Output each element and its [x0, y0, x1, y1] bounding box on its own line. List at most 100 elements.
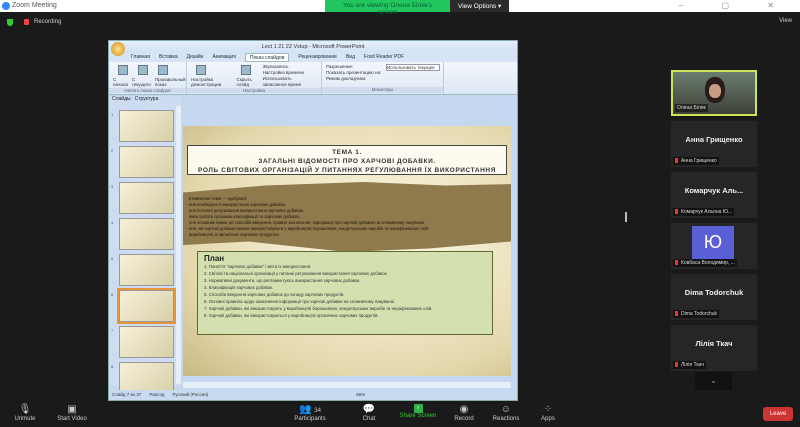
plan-item: 3. Нормативні документи, що регламентуют…: [204, 278, 361, 283]
participants-count: 34: [314, 408, 321, 414]
muted-mic-icon: [675, 362, 678, 368]
muted-mic-icon: [675, 158, 678, 164]
participants-button[interactable]: 👥 34 Participants: [285, 404, 335, 422]
chat-button[interactable]: 💬 Chat: [344, 404, 394, 422]
plan-item: 2. Світові та національні організації у …: [204, 271, 388, 276]
participant-tile[interactable]: Dima Todorchuk Dima Todorchuk: [671, 274, 757, 320]
ribbon-tab[interactable]: Рецензирование: [298, 53, 337, 62]
slide-thumbnail[interactable]: [117, 288, 176, 324]
setup-show-button[interactable]: Настройка демонстрации: [191, 77, 233, 87]
office-button[interactable]: [111, 42, 125, 56]
unmute-button[interactable]: 🎙 Unmute: [0, 404, 50, 422]
slide-thumbnail[interactable]: [119, 146, 174, 178]
plan-item: 6. Основні правила щодо зазначення інфор…: [204, 299, 396, 304]
record-label: Record: [454, 416, 474, 422]
start-video-button[interactable]: ▣ Start Video: [47, 404, 97, 422]
share-label: Share Screen: [399, 413, 437, 419]
chevron-down-icon[interactable]: ⌄: [695, 372, 732, 390]
meeting-toolbar: 🎙 Unmute ▣ Start Video 👥 34 Participants 💬 C…: [0, 401, 800, 427]
ribbon-tabs: Главная Вставка Дизайн Анимация Показ сл…: [109, 53, 517, 62]
muted-mic-icon: 🎙: [18, 404, 32, 415]
share-screen-button[interactable]: ↑ Share Screen: [393, 404, 443, 419]
leave-button[interactable]: Leave: [763, 407, 793, 421]
horizontal-scrollbar[interactable]: [183, 382, 511, 388]
slide-thumbnail[interactable]: [119, 182, 174, 214]
participants-icon: 👥 34: [299, 404, 321, 415]
slides-pane: Слайды Структура 1 2 3 4 5 6 7 8: [109, 96, 181, 394]
from-current-icon[interactable]: [138, 65, 148, 75]
ribbon-tab[interactable]: Дизайн: [187, 53, 204, 62]
plan-item: 1. Поняття "харчової добавки" і мета їх …: [204, 264, 312, 269]
participant-tile[interactable]: Ю Ковбаса Володимир, ...: [671, 223, 757, 269]
muted-mic-icon: [675, 311, 678, 317]
participant-label: Dima Todorchuk: [681, 311, 718, 317]
zoom-level[interactable]: 55%: [356, 390, 365, 400]
group-label: Настройка: [187, 88, 321, 93]
start-video-label: Start Video: [57, 416, 87, 422]
theme-name: Рапсод: [149, 392, 165, 397]
presenter-view-checkbox[interactable]: Режим докладчика: [326, 76, 439, 82]
participant-video: [705, 77, 725, 103]
participant-label: Анна Грищенко: [681, 158, 717, 164]
use-timings-checkbox[interactable]: Использовать записанное время: [263, 76, 317, 88]
chat-label: Chat: [362, 416, 376, 422]
window-controls[interactable]: – ▢ ✕: [679, 1, 792, 10]
participant-tile[interactable]: Лілія Ткач Лілія Ткач: [671, 325, 757, 371]
view-button[interactable]: View: [779, 18, 792, 24]
custom-show-icon[interactable]: [158, 65, 168, 75]
hide-slide-icon[interactable]: [241, 65, 252, 75]
ribbon-group-monitors: Разрешение: Показать презентацию на: Реж…: [322, 62, 444, 94]
ribbon-tab[interactable]: Foxit Reader PDF: [364, 53, 404, 62]
slide-thumbnail[interactable]: [119, 218, 174, 250]
slide-number: 4: [111, 220, 114, 225]
from-start-icon[interactable]: [118, 65, 128, 75]
participant-name: Анна Грищенко: [685, 135, 743, 144]
participant-name: Dima Todorchuk: [684, 288, 744, 297]
slide-thumbnail[interactable]: [119, 254, 174, 286]
slide-canvas: ТЕМА 1. ЗАГАЛЬНІ ВІДОМОСТІ ПРО ХАРЧОВІ Д…: [183, 126, 511, 376]
apps-button[interactable]: ⁘ Apps: [523, 404, 573, 422]
ribbon-tab[interactable]: Главная: [131, 53, 150, 62]
participant-name: Комарчук Аль...: [684, 186, 744, 195]
slide-number: 2: [111, 148, 114, 153]
objective-line: виробництві, в органічних харчових проду…: [189, 232, 279, 237]
slide-number: 1: [111, 112, 114, 117]
participant-label: Ковбаса Володимир, ...: [681, 260, 735, 266]
objectives-band: в вивчення теми — здобувачі: ння необхід…: [183, 182, 511, 252]
slides-scrollbar[interactable]: [176, 106, 181, 384]
tab-slides[interactable]: Слайды: [112, 96, 131, 105]
ribbon-tab[interactable]: Анимация: [212, 53, 235, 62]
meeting-topbar: Recording View: [0, 12, 800, 32]
security-shield-icon[interactable]: [7, 19, 13, 26]
participant-tile[interactable]: Анна Грищенко Анна Грищенко: [671, 121, 757, 167]
resolution-select[interactable]: Использовать текущее: [386, 64, 440, 71]
splitter-handle[interactable]: [625, 212, 627, 222]
powerpoint-window: Lect 1 21 22 Vstup - Microsoft PowerPoin…: [108, 40, 518, 401]
language: Русский (Россия): [172, 392, 209, 397]
title-line: ТЕМА 1.: [332, 149, 362, 156]
participant-video-tile[interactable]: Олена Біляк: [671, 70, 757, 116]
tab-outline[interactable]: Структура: [135, 96, 159, 105]
muted-mic-icon: [675, 260, 678, 266]
viewing-label: You are viewing Олена Біляк's screen: [325, 0, 450, 16]
ribbon-tab[interactable]: Вставка: [159, 53, 178, 62]
ppt-title: Lect 1 21 22 Vstup - Microsoft PowerPoin…: [109, 41, 517, 53]
hide-slide-button[interactable]: Скрыть слайд: [236, 77, 259, 87]
ribbon-group-setup: Настройка демонстрации Скрыть слайд Звук…: [187, 62, 322, 94]
slide-number: 7: [111, 328, 114, 333]
screen-share-banner: You are viewing Олена Біляк's screen Vie…: [325, 0, 510, 16]
zoom-logo-icon: [2, 2, 10, 10]
unmute-label: Unmute: [14, 416, 36, 422]
title-line: ЗАГАЛЬНІ ВІДОМОСТІ ПРО ХАРЧОВІ ДОБАВКИ.: [258, 158, 436, 165]
ribbon-tab[interactable]: Вид: [346, 53, 355, 62]
slide-number: 8: [111, 364, 114, 369]
ribbon-group-start: С началаС текущего слайдаПроизвольный по…: [109, 62, 187, 94]
view-options-button[interactable]: View Options ▾: [450, 0, 510, 12]
reactions-label: Reactions: [492, 416, 520, 422]
apps-icon: ⁘: [543, 404, 553, 415]
slide-thumbnail[interactable]: [119, 326, 174, 358]
slide-thumbnail[interactable]: [119, 110, 174, 142]
ribbon-tab-active[interactable]: Показ слайдов: [244, 53, 290, 62]
setup-show-icon[interactable]: [196, 65, 206, 75]
participant-tile[interactable]: Комарчук Аль... Комарчук Альона Ю...: [671, 172, 757, 218]
